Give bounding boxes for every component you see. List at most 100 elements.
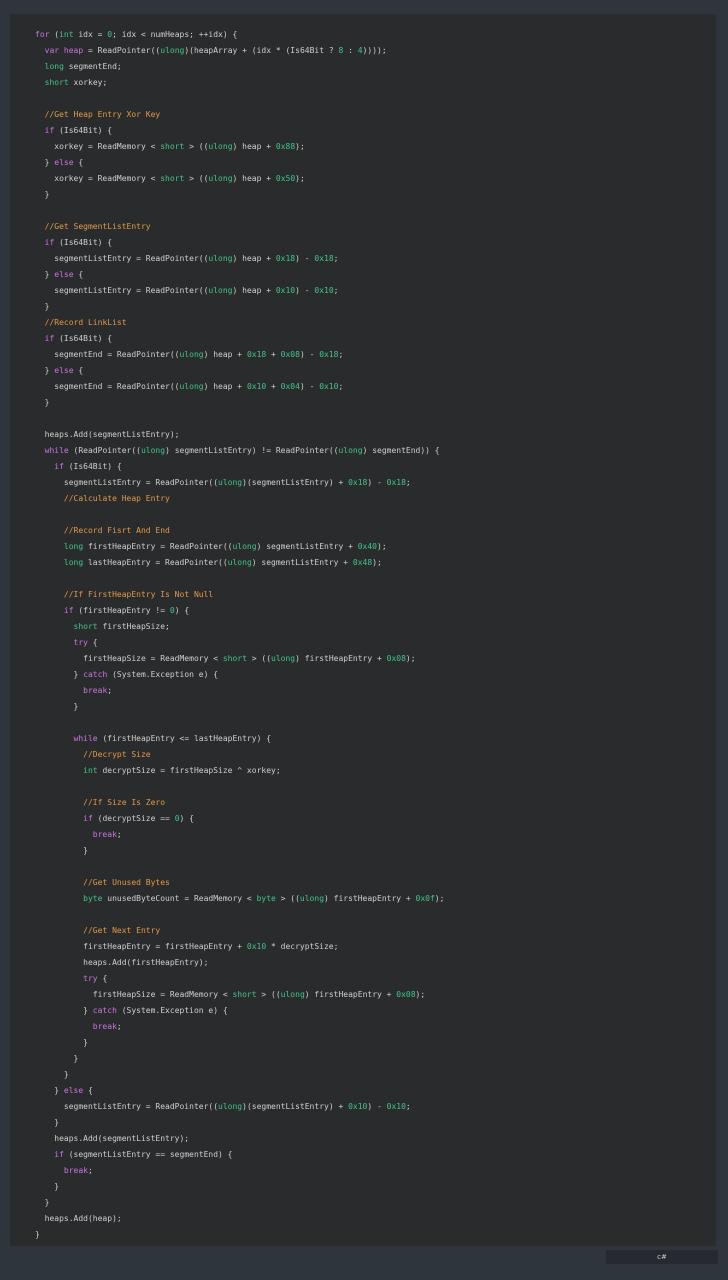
code-keyword: for xyxy=(35,30,50,39)
code-text: + xyxy=(266,350,281,359)
code-text: } xyxy=(35,846,88,855)
code-number: 0x10 xyxy=(275,286,296,295)
code-line: } xyxy=(35,395,444,411)
code-number: 0x18 xyxy=(275,254,296,263)
code-text: } xyxy=(35,1054,79,1063)
code-type: short xyxy=(232,990,257,999)
code-line: } else { xyxy=(35,1083,444,1099)
code-text: } xyxy=(35,1070,69,1079)
code-line: long lastHeapEntry = ReadPointer((ulong)… xyxy=(35,555,444,571)
code-text: ; xyxy=(116,830,122,839)
code-text: ) - xyxy=(367,478,387,487)
code-text: ) firstHeapEntry + xyxy=(295,654,387,663)
code-line: } xyxy=(35,1179,444,1195)
code-text: ) heap + xyxy=(232,174,276,183)
code-text: { xyxy=(73,158,84,167)
code-number: 0x08 xyxy=(386,654,406,663)
code-type: ulong xyxy=(271,654,296,663)
code-keyword: var xyxy=(44,46,60,55)
code-number: 0x18 xyxy=(386,478,406,487)
code-number: 0x10 xyxy=(348,1102,368,1111)
code-line: try { xyxy=(35,971,444,987)
code-number: 0x18 xyxy=(348,478,368,487)
code-type: ulong xyxy=(227,558,252,567)
code-text: (Is64Bit) { xyxy=(54,334,113,343)
code-text: (segmentListEntry == segmentEnd) { xyxy=(63,1150,233,1159)
code-comment: //Record Fisrt And End xyxy=(63,526,170,535)
code-line: } else { xyxy=(35,363,444,379)
code-type: ulong xyxy=(299,894,325,903)
code-line: } xyxy=(35,1227,444,1243)
code-line: heaps.Add(firstHeapEntry); xyxy=(35,955,444,971)
code-text: ); xyxy=(405,654,416,663)
code-keyword: try xyxy=(73,638,88,647)
code-text: heaps.Add(segmentListEntry); xyxy=(35,430,180,439)
code-keyword: while xyxy=(44,446,69,455)
code-text: ; xyxy=(333,286,339,295)
code-line: if (Is64Bit) { xyxy=(35,123,444,139)
code-line: } else { xyxy=(35,267,444,283)
code-text: (Is64Bit) { xyxy=(54,126,113,135)
code-text: (Is64Bit) { xyxy=(54,238,113,247)
code-text: } xyxy=(35,1006,93,1015)
code-comment: //Record LinkList xyxy=(44,318,127,327)
code-type: ulong xyxy=(179,350,204,359)
code-line: short firstHeapSize; xyxy=(35,619,444,635)
code-keyword: else xyxy=(63,1086,84,1095)
code-text: ) heap + xyxy=(232,142,276,151)
code-number: 0x18 xyxy=(319,350,339,359)
code-line: } xyxy=(35,1115,444,1131)
code-number: 0x88 xyxy=(275,142,296,151)
code-text: ); xyxy=(434,894,445,903)
code-line: int decryptSize = firstHeapSize ^ xorkey… xyxy=(35,763,444,779)
code-type: byte xyxy=(83,894,103,903)
code-text: ) heap + xyxy=(232,286,276,295)
code-text: ; xyxy=(338,382,344,391)
code-line: segmentEnd = ReadPointer((ulong) heap + … xyxy=(35,347,444,363)
code-text: heaps.Add(firstHeapEntry); xyxy=(35,958,209,967)
code-keyword: if xyxy=(44,238,55,247)
code-type: ulong xyxy=(208,174,233,183)
code-text: } xyxy=(35,1230,40,1239)
code-line: } xyxy=(35,1067,444,1083)
code-keyword: while xyxy=(73,734,98,743)
code-line: try { xyxy=(35,635,444,651)
code-type: ulong xyxy=(338,446,363,455)
code-line: //Decrypt Size xyxy=(35,747,444,763)
code-text: ; idx < numHeaps; ++idx) { xyxy=(112,30,238,39)
code-keyword: break xyxy=(92,1022,117,1031)
code-line: firstHeapSize = ReadMemory < short > ((u… xyxy=(35,651,444,667)
code-text: segmentListEntry = ReadPointer(( xyxy=(35,286,209,295)
code-text: > (( xyxy=(184,142,209,151)
code-line: //Record LinkList xyxy=(35,315,444,331)
code-text: ; xyxy=(107,686,113,695)
code-text: ; xyxy=(405,478,411,487)
code-text: } xyxy=(35,302,50,311)
code-text: ) segmentListEntry + xyxy=(251,558,353,567)
code-line: segmentListEntry = ReadPointer((ulong)(s… xyxy=(35,475,444,491)
code-text: ) segmentListEntry + xyxy=(256,542,358,551)
code-keyword: if xyxy=(83,814,93,823)
code-text: )(segmentListEntry) + xyxy=(242,478,349,487)
code-text: ( xyxy=(49,30,60,39)
code-line: //Get Next Entry xyxy=(35,923,444,939)
code-text: ); xyxy=(377,542,387,551)
code-comment: //Get Heap Entry Xor Key xyxy=(44,110,161,119)
code-text: ); xyxy=(372,558,382,567)
code-line: heaps.Add(segmentListEntry); xyxy=(35,427,444,443)
code-type: ulong xyxy=(232,542,257,551)
code-line: long segmentEnd; xyxy=(35,59,444,75)
